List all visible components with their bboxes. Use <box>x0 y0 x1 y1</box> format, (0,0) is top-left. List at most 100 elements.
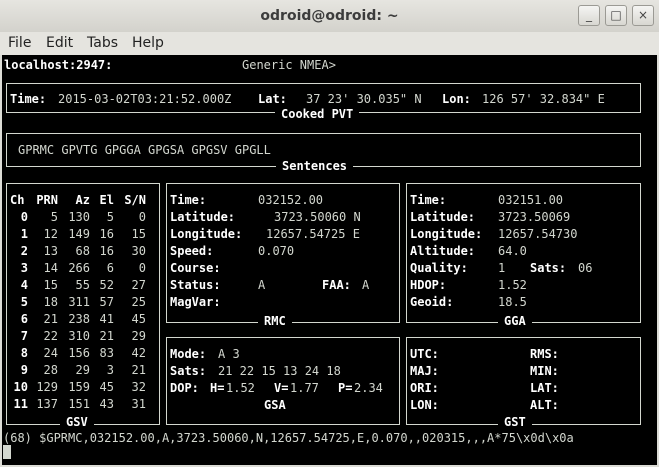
gsv-az: 149 <box>68 227 90 241</box>
gsv-col-az: Az <box>75 193 90 207</box>
gga-lat-label: Latitude: <box>410 210 476 224</box>
gst-alt-label: ALT: <box>530 398 559 412</box>
gsv-az: 130 <box>68 210 90 224</box>
gga-lat: 3723.50069 <box>498 210 571 224</box>
gsv-row: 3 14 266 6 0 <box>10 260 146 277</box>
gst-rms-label: RMS: <box>530 347 559 361</box>
gsv-sn: 45 <box>131 312 146 326</box>
gsv-row: 6 21 238 41 45 <box>10 311 146 328</box>
gsv-ch: 5 <box>20 295 28 309</box>
gsv-row: 7 22 310 21 29 <box>10 328 146 345</box>
gsv-col-ch: Ch <box>10 193 25 207</box>
gsv-prn: 28 <box>43 363 58 377</box>
gsv-el: 41 <box>99 312 114 326</box>
gsv-az: 55 <box>75 278 90 292</box>
gsv-prn: 13 <box>43 244 58 258</box>
gst-utc-label: UTC: <box>410 347 439 361</box>
gsv-sn: 32 <box>131 380 146 394</box>
gga-lon-label: Longitude: <box>410 227 483 241</box>
gsv-prn: 18 <box>43 295 58 309</box>
gsa-h: 1.52 <box>226 381 255 395</box>
rmc-status: A <box>258 278 266 292</box>
pvt-lon-label: Lon: <box>442 92 471 106</box>
menu-bar: File Edit Tabs Help <box>0 32 659 55</box>
gsv-row: 0 5 130 5 0 <box>10 209 146 226</box>
gsv-el: 57 <box>99 295 114 309</box>
rmc-faa-label: FAA: <box>322 278 351 292</box>
gsv-prn: 15 <box>43 278 58 292</box>
gsv-az: 68 <box>75 244 90 258</box>
gsa-h-label: H= <box>210 381 225 395</box>
gsv-prn: 21 <box>43 312 58 326</box>
gsv-ch: 10 <box>13 380 28 394</box>
gga-quality: 1 <box>498 261 506 275</box>
gsv-ch: 7 <box>20 329 28 343</box>
menu-edit[interactable]: Edit <box>46 35 73 51</box>
sentences-caption: Sentences <box>276 159 354 173</box>
gsa-dop-label: DOP: <box>170 381 199 395</box>
gsv-el: 16 <box>99 227 114 241</box>
gsa-v-label: V= <box>274 381 289 395</box>
gsv-caption: GSV <box>60 415 94 429</box>
gsv-sn: 21 <box>131 363 146 377</box>
gsv-prn: 22 <box>43 329 58 343</box>
gsv-el: 83 <box>99 346 114 360</box>
gsv-row: 8 24 156 83 42 <box>10 345 146 362</box>
gsv-col-sn: S/N <box>124 193 146 207</box>
gsv-sn: 25 <box>131 295 146 309</box>
gsv-row: 2 13 68 16 30 <box>10 243 146 260</box>
pvt-caption: Cooked PVT <box>275 107 360 121</box>
gga-geoid: 18.5 <box>498 295 527 309</box>
menu-help[interactable]: Help <box>132 35 164 51</box>
rmc-magvar-label: MagVar: <box>170 295 221 309</box>
gga-alt-label: Altitude: <box>410 244 476 258</box>
gsv-ch: 0 <box>20 210 28 224</box>
minimize-button[interactable]: _ <box>578 5 600 26</box>
gsv-prn: 137 <box>36 397 58 411</box>
gsv-el: 52 <box>99 278 114 292</box>
gga-time-label: Time: <box>410 193 447 207</box>
gsv-prn: 5 <box>50 210 58 224</box>
gga-hdop: 1.52 <box>498 278 527 292</box>
gsv-sn: 15 <box>131 227 146 241</box>
gsv-el: 5 <box>106 210 114 224</box>
maximize-button[interactable]: □ <box>605 5 627 26</box>
gga-lon: 12657.54730 <box>498 227 578 241</box>
gsa-mode: A 3 <box>218 347 240 361</box>
gsv-el: 21 <box>99 329 114 343</box>
gst-maj-label: MAJ: <box>410 364 439 378</box>
rmc-faa: A <box>362 278 370 292</box>
rmc-caption: RMC <box>258 314 292 328</box>
gga-quality-label: Quality: <box>410 261 468 275</box>
gsv-az: 156 <box>68 346 90 360</box>
menu-file[interactable]: File <box>8 35 31 51</box>
gsv-sn: 30 <box>131 244 146 258</box>
rmc-lon: 12657.54725 E <box>266 227 360 241</box>
gsv-ch: 8 <box>20 346 28 360</box>
gsv-az: 151 <box>68 397 90 411</box>
gst-ori-label: ORI: <box>410 381 439 395</box>
rmc-course-label: Course: <box>170 261 221 275</box>
gsv-ch: 2 <box>20 244 28 258</box>
gsv-col-prn: PRN <box>36 193 58 207</box>
rmc-status-label: Status: <box>170 278 221 292</box>
terminal[interactable]: localhost:2947: Generic NMEA> Time: 2015… <box>2 55 657 465</box>
gsv-ch: 6 <box>20 312 28 326</box>
rmc-time: 032152.00 <box>258 193 324 207</box>
menu-tabs[interactable]: Tabs <box>87 35 118 51</box>
gga-time: 032151.00 <box>498 193 564 207</box>
pvt-time-label: Time: <box>10 92 47 106</box>
gsv-ch: 1 <box>20 227 28 241</box>
gsa-mode-label: Mode: <box>170 347 207 361</box>
close-button[interactable]: × <box>632 5 654 26</box>
raw-nmea-line: (68) $GPRMC,032152.00,A,3723.50060,N,126… <box>3 431 574 445</box>
gsv-header-row: Ch PRN Az El S/N <box>10 192 146 209</box>
gsa-v: 1.77 <box>290 381 319 395</box>
gga-hdop-label: HDOP: <box>410 278 447 292</box>
gsa-sats-label: Sats: <box>170 364 207 378</box>
gga-geoid-label: Geoid: <box>410 295 454 309</box>
gsv-prn: 24 <box>43 346 58 360</box>
gst-caption: GST <box>498 415 532 429</box>
gga-sats: 06 <box>578 261 593 275</box>
gsa-caption: GSA <box>258 398 292 412</box>
